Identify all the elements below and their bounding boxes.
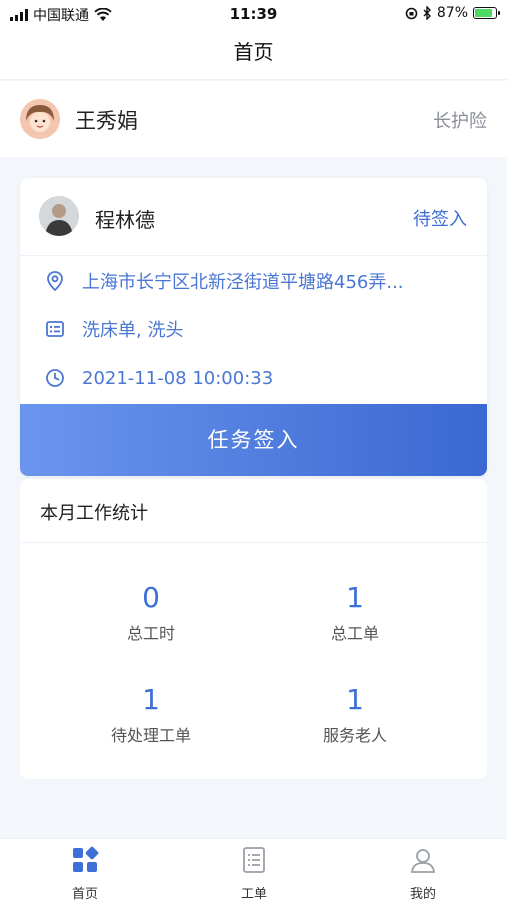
services-row: 洗床单, 洗头 xyxy=(44,314,183,344)
list-document-icon xyxy=(243,847,265,873)
stats-header: 本月工作统计 xyxy=(20,479,487,543)
tab-home[interactable]: 首页 xyxy=(35,845,135,900)
task-header: 程林德 待签入 xyxy=(20,178,487,256)
battery-percent: 87% xyxy=(436,5,468,21)
worker-avatar xyxy=(39,196,79,236)
task-card[interactable]: 程林德 待签入 上海市长宁区北新泾街道平塘路456弄... 洗床单, 洗头 20… xyxy=(20,178,487,476)
task-status-badge: 待签入 xyxy=(413,209,467,230)
stat-value: 1 xyxy=(142,683,160,716)
tab-label: 首页 xyxy=(71,887,98,900)
user-avatar xyxy=(20,99,60,139)
stat-total-hours: 0 总工时 xyxy=(51,581,251,644)
nav-bar: 首页 xyxy=(0,28,507,80)
stat-label: 待处理工单 xyxy=(110,726,191,745)
location-pin-icon xyxy=(44,270,66,292)
monthly-stats-card: 本月工作统计 0 总工时 1 总工单 1 待处理工单 1 服务老人 xyxy=(20,479,487,779)
stat-label: 总工单 xyxy=(330,624,379,643)
service-list-icon xyxy=(44,318,66,340)
stat-elders-served: 1 服务老人 xyxy=(255,683,455,746)
orientation-lock-icon xyxy=(405,7,418,19)
home-grid-icon xyxy=(73,846,99,872)
page-title: 首页 xyxy=(233,40,274,64)
stat-value: 1 xyxy=(346,581,364,614)
stat-pending-orders: 1 待处理工单 xyxy=(51,683,251,746)
service-datetime: 2021-11-08 10:00:33 xyxy=(82,367,274,389)
stats-title: 本月工作统计 xyxy=(40,503,148,524)
bottom-tab-bar: 首页 工单 我的 xyxy=(0,838,507,900)
battery-icon xyxy=(473,7,500,19)
tab-mine[interactable]: 我的 xyxy=(373,845,473,900)
worker-avatar-image xyxy=(39,196,79,236)
person-icon xyxy=(410,849,436,873)
user-name: 王秀娟 xyxy=(75,109,138,133)
stat-label: 总工时 xyxy=(126,624,175,643)
stat-value: 0 xyxy=(142,581,160,614)
worker-name: 程林德 xyxy=(95,208,155,232)
status-right: 87% xyxy=(405,5,500,21)
services-text: 洗床单, 洗头 xyxy=(82,320,184,341)
user-avatar-image xyxy=(20,99,60,139)
stat-label: 服务老人 xyxy=(322,726,387,745)
address-row: 上海市长宁区北新泾街道平塘路456弄... xyxy=(44,266,404,296)
tab-label: 我的 xyxy=(409,887,436,900)
time-row: 2021-11-08 10:00:33 xyxy=(44,363,273,393)
tab-orders[interactable]: 工单 xyxy=(204,845,304,900)
user-row[interactable]: 王秀娟 长护险 xyxy=(0,81,507,157)
task-checkin-button[interactable]: 任务签入 xyxy=(20,404,487,476)
stat-total-orders: 1 总工单 xyxy=(255,581,455,644)
bluetooth-icon xyxy=(423,6,431,20)
tab-label: 工单 xyxy=(240,887,267,900)
insurance-type: 长护险 xyxy=(433,111,487,132)
clock-icon xyxy=(44,367,66,389)
status-bar: 中国联通 11:39 87% xyxy=(0,0,507,28)
stat-value: 1 xyxy=(346,683,364,716)
address-text: 上海市长宁区北新泾街道平塘路456弄... xyxy=(82,272,404,293)
